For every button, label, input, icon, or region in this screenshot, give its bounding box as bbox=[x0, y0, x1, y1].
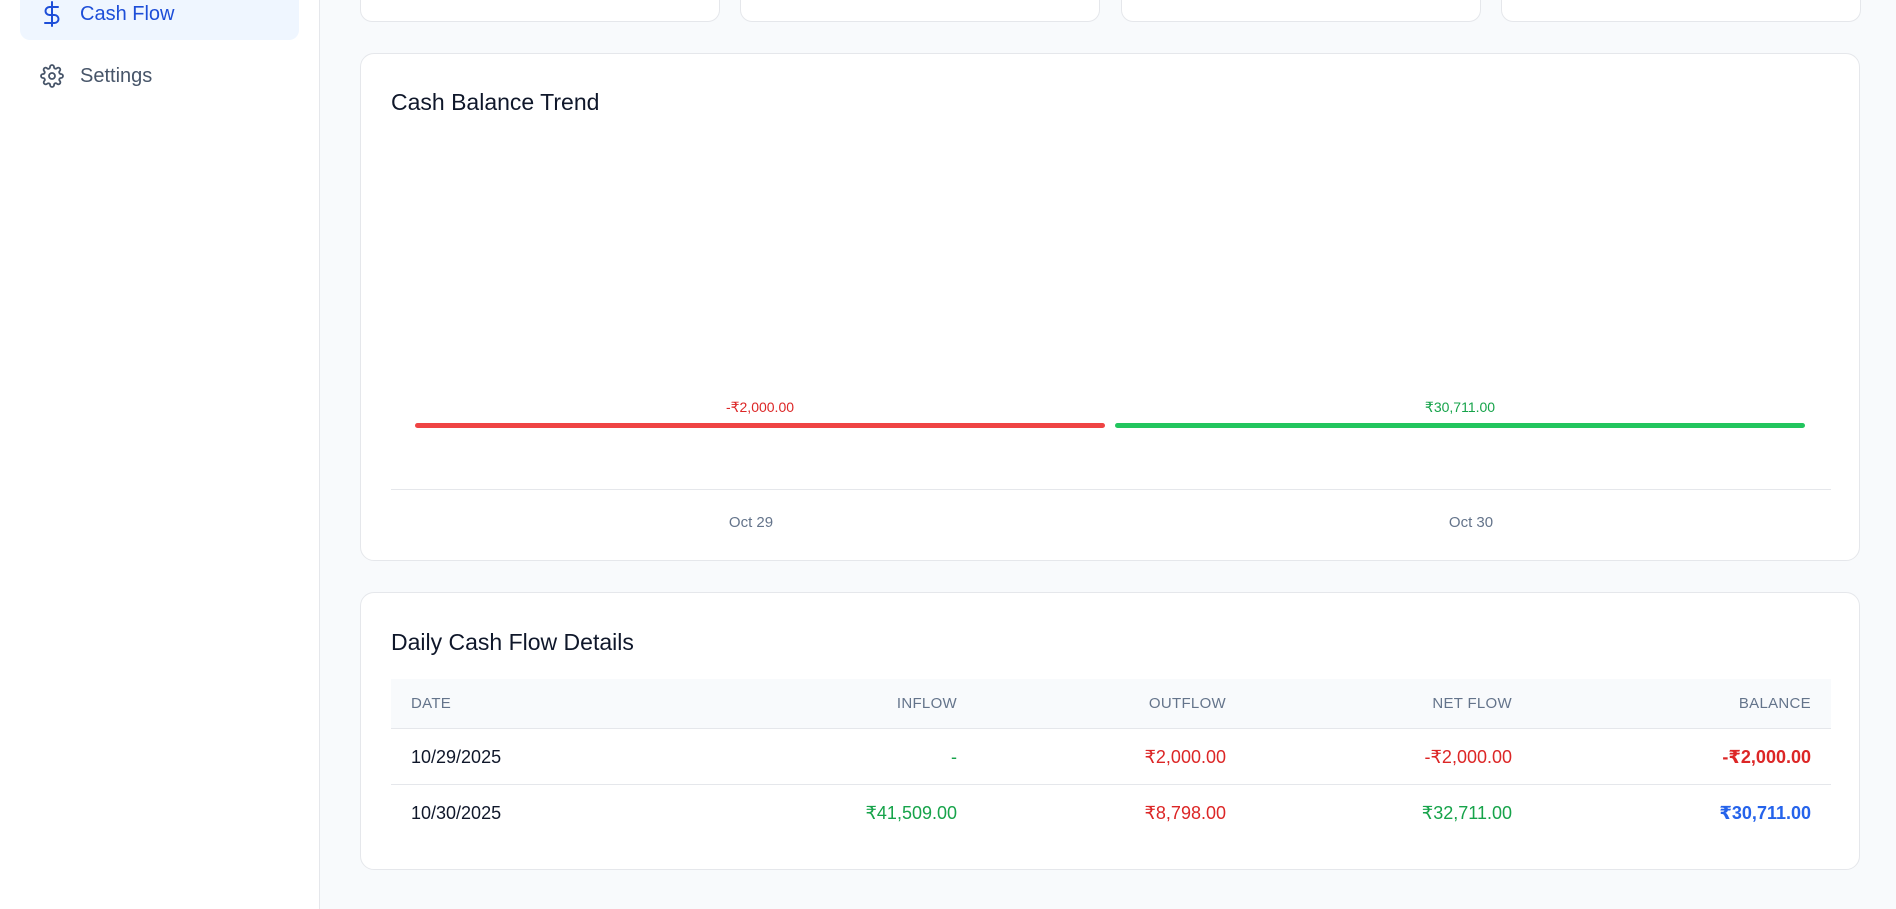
table-row[interactable]: 10/29/2025 - ₹2,000.00 -₹2,000.00 -₹2,00… bbox=[391, 729, 1831, 785]
card-title: Daily Cash Flow Details bbox=[391, 629, 634, 655]
main-content: Cash Balance Trend -₹2,000.00 Oct 29 ₹30,7… bbox=[320, 0, 1896, 909]
chart-bar[interactable] bbox=[1115, 423, 1805, 428]
bar-value-label: -₹2,000.00 bbox=[725, 399, 795, 415]
x-tick-label: Oct 29 bbox=[728, 514, 774, 531]
table-row[interactable]: 10/30/2025 ₹41,509.00 ₹8,798.00 ₹32,711.… bbox=[391, 785, 1831, 841]
card-title: Cash Balance Trend bbox=[391, 89, 600, 115]
sidebar-item-label: Cash Flow bbox=[80, 2, 175, 25]
gear-icon bbox=[40, 64, 64, 88]
stat-card bbox=[360, 0, 720, 22]
x-axis-line bbox=[391, 489, 1831, 490]
x-tick-label: Oct 30 bbox=[1448, 514, 1494, 531]
cash-balance-trend-card: Cash Balance Trend -₹2,000.00 Oct 29 ₹30,7… bbox=[360, 53, 1860, 561]
sidebar: Cash Flow Settings bbox=[0, 0, 320, 909]
stat-card bbox=[1121, 0, 1481, 22]
sidebar-item-label: Settings bbox=[80, 64, 153, 87]
table-header: DATE INFLOW OUTFLOW NET FLOW BALANCE bbox=[391, 679, 1831, 729]
sidebar-item-cash-flow[interactable]: Cash Flow bbox=[20, 0, 299, 40]
stat-card bbox=[1501, 0, 1861, 22]
bar-value-label: ₹30,711.00 bbox=[1424, 399, 1496, 415]
daily-cash-flow-card: Daily Cash Flow Details DATE INFLOW OUTF… bbox=[360, 592, 1860, 870]
dollar-icon bbox=[40, 1, 64, 27]
sidebar-item-settings[interactable]: Settings bbox=[20, 50, 299, 102]
chart-bar[interactable] bbox=[415, 423, 1105, 428]
cell-balance: -₹2,000.00 bbox=[1722, 747, 1811, 767]
stat-card bbox=[740, 0, 1100, 22]
cell-balance: ₹30,711.00 bbox=[1719, 803, 1811, 823]
app-root: Cash Flow Settings Cash Balance Trend -₹… bbox=[0, 0, 1896, 909]
column-header-balance: BALANCE bbox=[1738, 695, 1811, 712]
